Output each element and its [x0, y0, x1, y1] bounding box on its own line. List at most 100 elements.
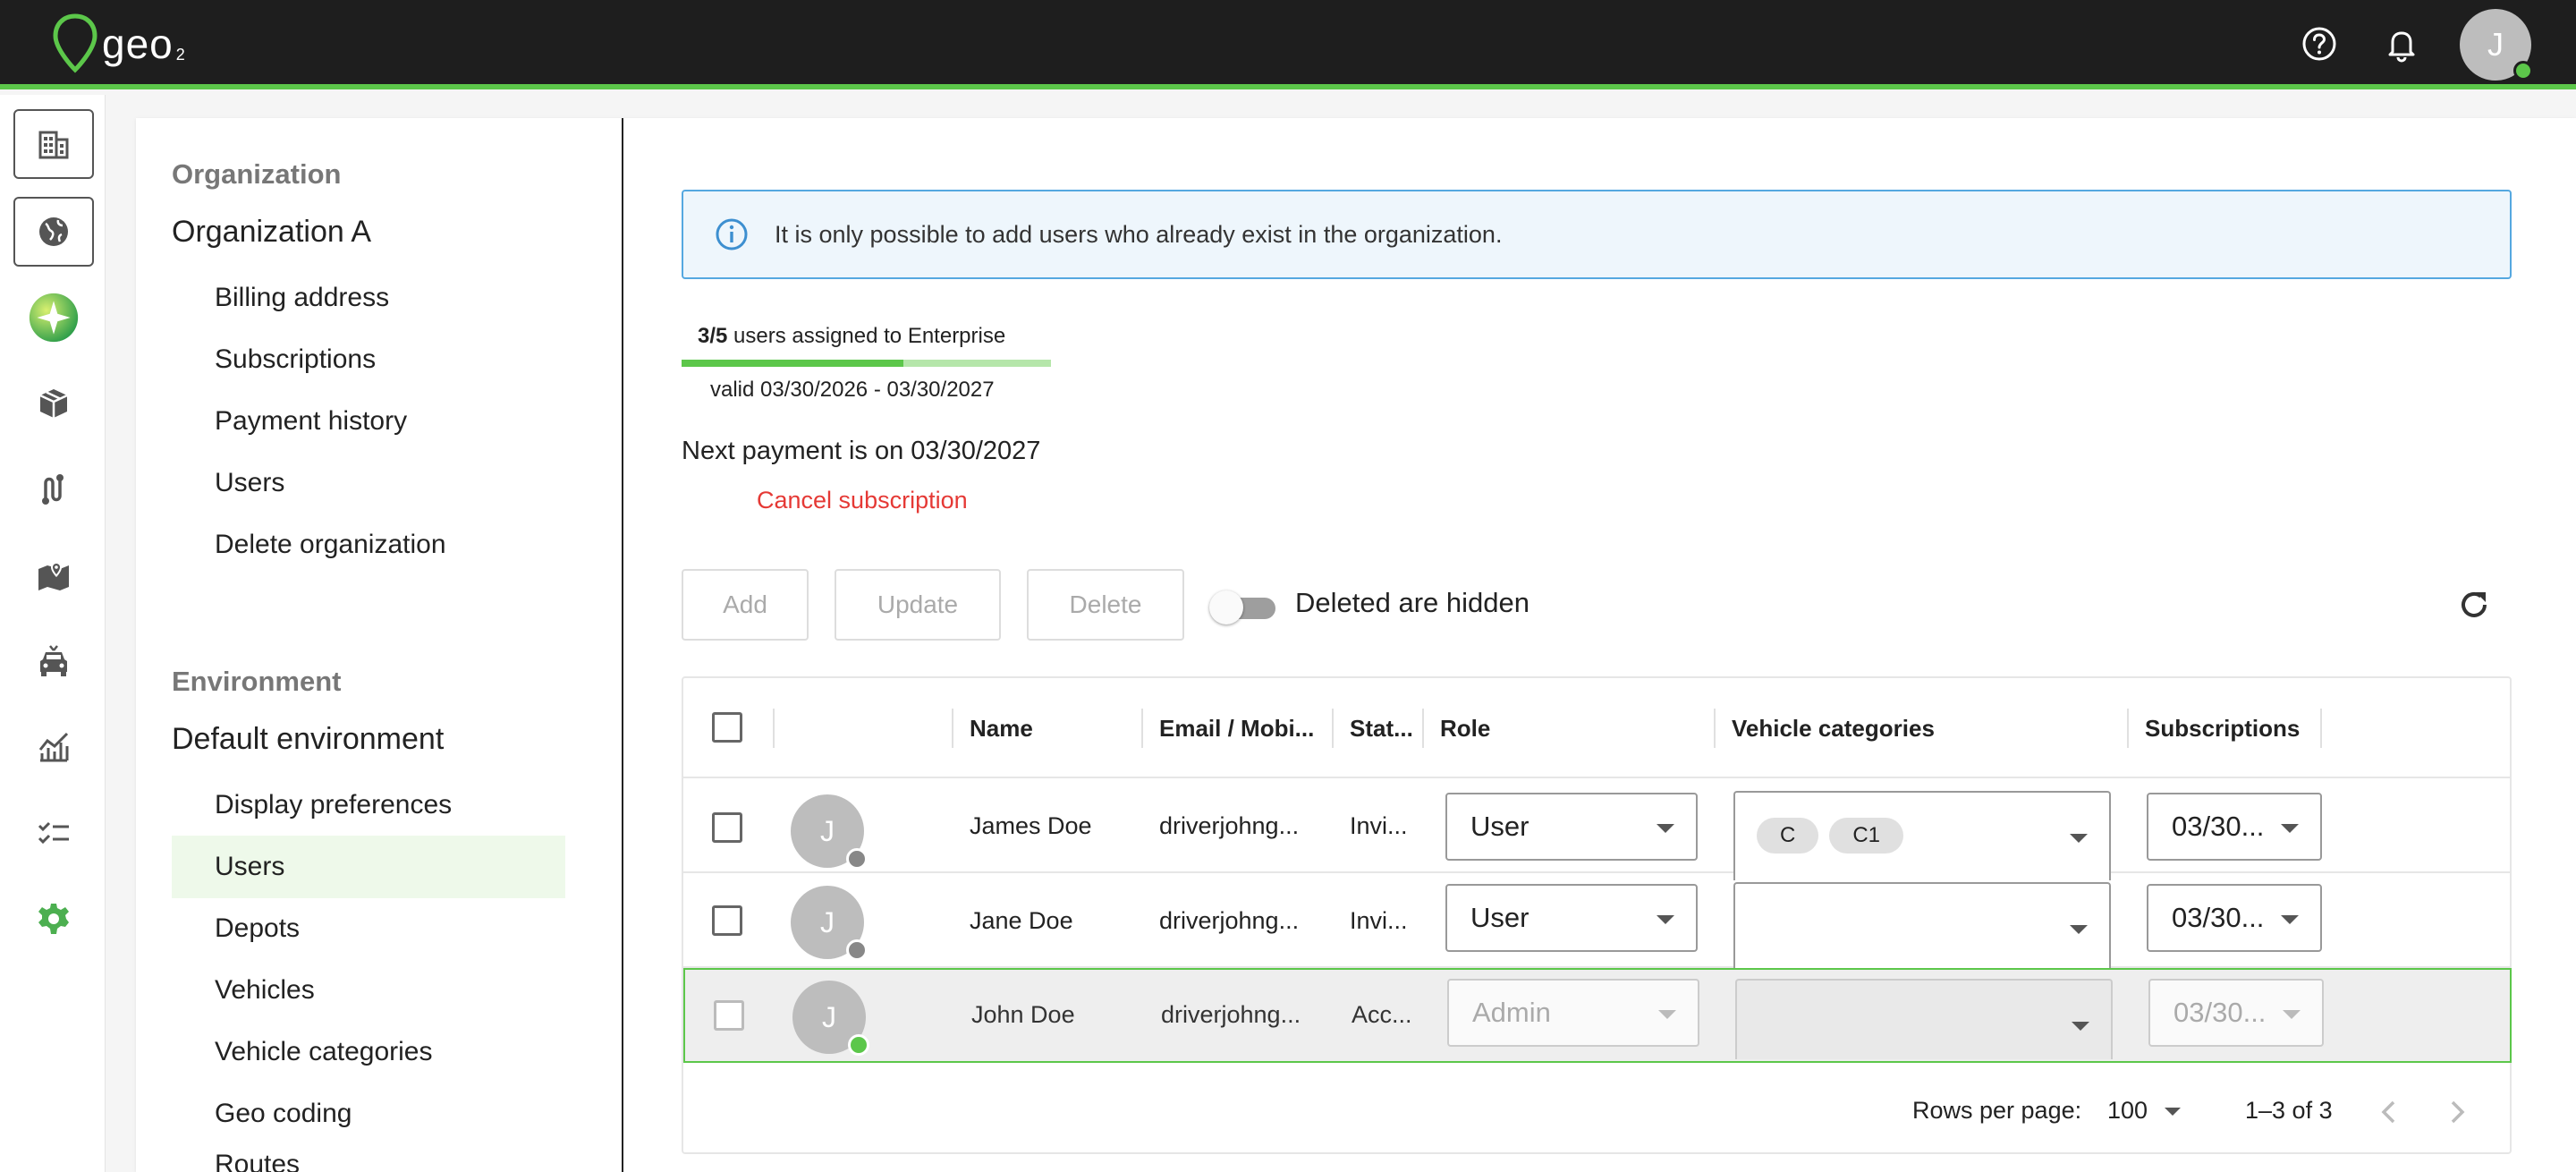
row-avatar: J — [792, 981, 869, 1056]
chevron-down-icon — [1657, 915, 1674, 924]
row-status: Acc... — [1352, 1000, 1412, 1028]
settings-nav: Organization Organization A Billing addr… — [136, 118, 623, 1172]
package-icon — [39, 389, 68, 418]
table-header: Name Email / Mobi... Stat... Role Vehicl… — [683, 678, 2512, 778]
column-header-name[interactable]: Name — [970, 678, 1033, 778]
row-name: James Doe — [970, 811, 1092, 839]
settings-card: Organization Organization A Billing addr… — [136, 118, 2576, 1172]
subscription-select[interactable]: 03/30... — [2147, 884, 2322, 952]
info-icon — [716, 218, 748, 251]
column-header-email[interactable]: Email / Mobi... — [1159, 678, 1314, 778]
location-pin-icon — [53, 13, 97, 73]
vehicle-categories-select[interactable] — [1733, 882, 2111, 968]
nav-section-organization: Organization — [172, 158, 342, 190]
user-avatar-initial: J — [2487, 26, 2504, 63]
rail-orders[interactable] — [13, 369, 94, 438]
subscription-select[interactable]: 03/30... — [2147, 793, 2322, 861]
nav-item-env-users[interactable]: Users — [172, 836, 565, 898]
route-icon — [42, 474, 64, 505]
row-checkbox[interactable] — [714, 1000, 744, 1031]
nav-item-subscriptions[interactable]: Subscriptions — [172, 328, 565, 391]
column-separator — [1714, 709, 1716, 748]
brand-name: geo — [102, 21, 174, 67]
table-pagination: Rows per page: 100 1–3 of 3 — [683, 1072, 2512, 1154]
refresh-icon[interactable] — [2454, 585, 2494, 624]
next-payment: Next payment is on 03/30/2027 — [682, 437, 1041, 465]
nav-env-name[interactable]: Default environment — [172, 722, 444, 757]
subscription-select-value: 03/30... — [2172, 902, 2265, 933]
update-button[interactable]: Update — [835, 569, 1001, 641]
seat-usage: 3/5 users assigned to Enterprise valid 0… — [682, 324, 1051, 402]
checklist-icon — [38, 821, 69, 845]
row-checkbox[interactable] — [712, 905, 742, 936]
users-table: Name Email / Mobi... Stat... Role Vehicl… — [682, 676, 2512, 1154]
column-header-vehicle-categories[interactable]: Vehicle categories — [1732, 678, 1935, 778]
column-separator — [1141, 709, 1143, 748]
row-avatar: J — [791, 794, 868, 870]
nav-item-billing-address[interactable]: Billing address — [172, 267, 565, 329]
chevron-down-icon — [2070, 925, 2088, 934]
rail-organization[interactable] — [13, 109, 94, 179]
vehicle-categories-select[interactable]: C C1 — [1733, 791, 2111, 880]
add-button[interactable]: Add — [682, 569, 809, 641]
select-all-checkbox[interactable] — [712, 712, 742, 743]
nav-item-geo-coding[interactable]: Geo coding — [172, 1083, 565, 1145]
delete-button[interactable]: Delete — [1027, 569, 1184, 641]
rail-analytics[interactable] — [13, 712, 94, 782]
nav-item-delete-organization[interactable]: Delete organization — [172, 514, 565, 576]
row-email: driverjohng... — [1161, 1000, 1301, 1028]
subscription-validity: valid 03/30/2026 - 03/30/2027 — [710, 378, 995, 402]
user-avatar[interactable]: J — [2460, 9, 2533, 81]
rail-tasks[interactable] — [13, 798, 94, 868]
rail-map[interactable] — [13, 540, 94, 610]
role-select-value: User — [1470, 811, 1530, 842]
table-row-selected[interactable]: J John Doe driverjohng... Acc... Admin 0… — [683, 968, 2512, 1063]
row-avatar-initial: J — [822, 1000, 836, 1033]
column-header-role[interactable]: Role — [1440, 678, 1490, 778]
cancel-subscription-link[interactable]: Cancel subscription — [757, 487, 968, 514]
column-separator — [952, 709, 953, 748]
role-select[interactable]: User — [1445, 884, 1698, 952]
rail-vehicles[interactable] — [13, 626, 94, 696]
column-header-subscriptions[interactable]: Subscriptions — [2145, 678, 2300, 778]
column-header-status[interactable]: Stat... — [1350, 678, 1413, 778]
help-icon[interactable] — [2301, 25, 2338, 63]
rail-ai-assistant[interactable] — [13, 283, 94, 352]
role-select[interactable]: User — [1445, 793, 1698, 861]
presence-dot — [848, 1034, 869, 1056]
nav-item-routes[interactable]: Routes — [172, 1144, 565, 1172]
chevron-right-icon[interactable] — [2440, 1095, 2474, 1129]
rows-per-page-select[interactable]: 100 — [2107, 1097, 2148, 1125]
seat-count: 3/5 — [698, 324, 728, 348]
column-separator — [2320, 709, 2322, 748]
nav-item-payment-history[interactable]: Payment history — [172, 390, 565, 453]
analytics-icon — [38, 732, 69, 762]
nav-item-vehicles[interactable]: Vehicles — [172, 959, 565, 1022]
seat-usage-label: 3/5 users assigned to Enterprise — [682, 324, 1051, 354]
nav-item-display-preferences[interactable]: Display preferences — [172, 774, 565, 837]
rail-settings[interactable] — [13, 884, 94, 954]
table-row[interactable]: J James Doe driverjohng... Invi... User … — [683, 778, 2512, 880]
rail-environment[interactable] — [13, 197, 94, 267]
vehicle-categories-select[interactable] — [1735, 979, 2113, 1059]
vehicle-category-chip[interactable]: C — [1757, 818, 1819, 854]
nav-org-name[interactable]: Organization A — [172, 215, 371, 250]
chevron-down-icon[interactable] — [2163, 1106, 2182, 1118]
notifications-bell-icon[interactable] — [2383, 25, 2420, 63]
nav-item-vehicle-categories[interactable]: Vehicle categories — [172, 1021, 565, 1083]
role-select[interactable]: Admin — [1447, 979, 1699, 1047]
vehicle-category-chip[interactable]: C1 — [1829, 818, 1904, 854]
seat-usage-text: users assigned to Enterprise — [727, 324, 1006, 348]
subscription-select-value: 03/30... — [2174, 997, 2267, 1028]
online-status-dot — [2513, 61, 2533, 81]
nav-item-depots[interactable]: Depots — [172, 897, 565, 960]
brand-logo[interactable]: geo 2 — [52, 13, 185, 75]
row-checkbox[interactable] — [712, 812, 742, 843]
subscription-select[interactable]: 03/30... — [2148, 979, 2324, 1047]
nav-item-org-users[interactable]: Users — [172, 452, 565, 514]
role-select-value: User — [1470, 902, 1530, 933]
table-row[interactable]: J Jane Doe driverjohng... Invi... User 0… — [683, 873, 2512, 968]
chevron-left-icon[interactable] — [2372, 1095, 2406, 1129]
show-deleted-toggle[interactable] — [1209, 589, 1275, 624]
rail-routes[interactable] — [13, 454, 94, 524]
